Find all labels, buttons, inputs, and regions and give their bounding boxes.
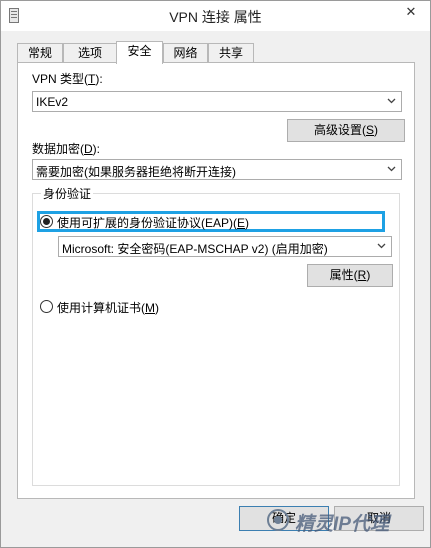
chevron-down-icon <box>377 243 386 249</box>
watermark: 精灵IP代理 <box>267 509 427 535</box>
tab-networking[interactable]: 网络 <box>163 43 208 62</box>
security-panel: VPN 类型(T): IKEv2 高级设置(S) 数据加密(D): 需要加密(如… <box>17 62 415 499</box>
eap-radio[interactable] <box>40 215 53 228</box>
advanced-settings-button[interactable]: 高级设置(S) <box>287 119 405 142</box>
watermark-text: 精灵IP代理 <box>295 514 389 535</box>
certificate-radio[interactable] <box>40 300 53 313</box>
vpn-type-label: VPN 类型(T): <box>32 72 103 86</box>
title-bar: VPN 连接 属性 ✕ <box>1 1 430 31</box>
tab-general[interactable]: 常规 <box>17 43 63 62</box>
chevron-down-icon <box>387 98 396 104</box>
eap-radio-label[interactable]: 使用可扩展的身份验证协议(EAP)(E) <box>57 214 249 231</box>
eap-method-value: Microsoft: 安全密码(EAP-MSCHAP v2) (启用加密) <box>62 242 328 256</box>
chevron-down-icon <box>387 166 396 172</box>
authentication-group-title: 身份验证 <box>41 185 94 202</box>
dialog-window: VPN 连接 属性 ✕ 常规 选项 安全 网络 共享 VPN 类型(T): IK… <box>0 0 431 548</box>
watermark-logo-icon <box>267 509 289 531</box>
tab-security[interactable]: 安全 <box>116 41 163 64</box>
tab-sharing[interactable]: 共享 <box>208 43 254 62</box>
window-title: VPN 连接 属性 <box>169 9 262 25</box>
certificate-radio-label[interactable]: 使用计算机证书(M) <box>57 299 159 316</box>
close-button[interactable]: ✕ <box>398 1 424 23</box>
encryption-value: 需要加密(如果服务器拒绝将断开连接) <box>36 165 236 179</box>
encryption-select[interactable]: 需要加密(如果服务器拒绝将断开连接) <box>32 159 402 180</box>
vpn-type-select[interactable]: IKEv2 <box>32 91 402 112</box>
tab-options[interactable]: 选项 <box>63 43 117 62</box>
vpn-type-value: IKEv2 <box>36 95 69 109</box>
encryption-label: 数据加密(D): <box>32 142 101 156</box>
eap-method-select[interactable]: Microsoft: 安全密码(EAP-MSCHAP v2) (启用加密) <box>58 236 392 257</box>
properties-button[interactable]: 属性(R) <box>307 264 393 287</box>
